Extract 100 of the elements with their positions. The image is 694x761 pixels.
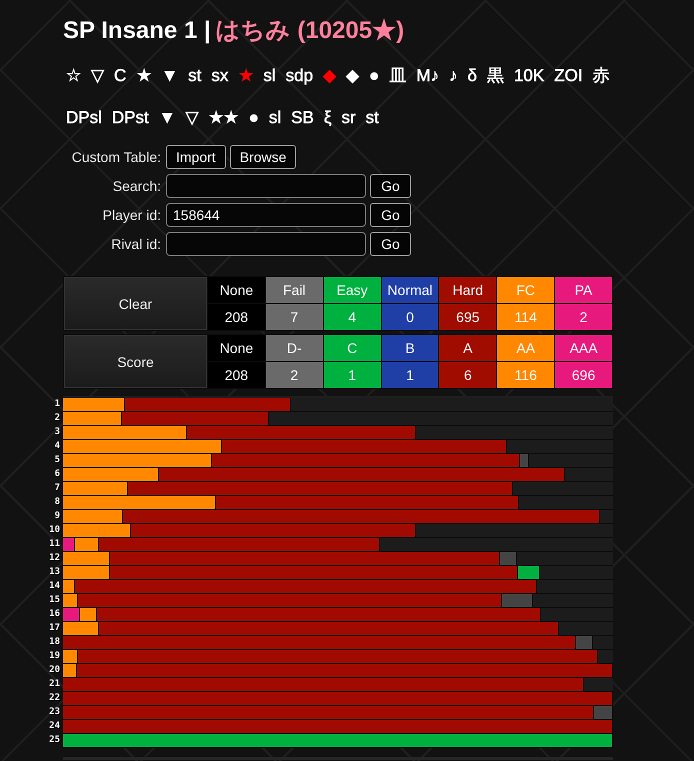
row-number: 19 bbox=[49, 650, 60, 663]
player-id-field[interactable]: 158644 bbox=[166, 202, 366, 226]
table-link[interactable]: ◆ bbox=[346, 65, 360, 87]
table-link[interactable]: SB bbox=[291, 107, 314, 129]
row-number: 1 bbox=[54, 398, 60, 411]
table-link[interactable]: ZOI bbox=[554, 65, 583, 87]
import-button[interactable]: Import bbox=[166, 144, 226, 168]
row-number: 16 bbox=[49, 608, 60, 621]
table-link[interactable]: C bbox=[114, 65, 126, 87]
summary-heading: Clear bbox=[64, 277, 207, 330]
go-button[interactable]: Go bbox=[370, 232, 411, 256]
category-count: 114 bbox=[497, 304, 554, 330]
row-number: 5 bbox=[54, 454, 60, 467]
category-count: 208 bbox=[208, 362, 265, 388]
go-button[interactable]: Go bbox=[370, 174, 411, 198]
category-header: None bbox=[208, 277, 265, 303]
row-number: 11 bbox=[49, 538, 60, 551]
category-count: 7 bbox=[266, 304, 323, 330]
summary-heading: Score bbox=[64, 335, 207, 388]
row-number: 22 bbox=[49, 692, 60, 705]
category-count: 1 bbox=[382, 362, 438, 388]
row-number: 24 bbox=[49, 720, 60, 733]
category-count: 2 bbox=[555, 304, 612, 330]
row-number: 17 bbox=[49, 622, 60, 635]
search-field[interactable] bbox=[166, 174, 366, 198]
table-link[interactable]: sdp bbox=[286, 65, 314, 87]
category-header: Normal bbox=[382, 277, 438, 303]
table-link[interactable]: ★★ bbox=[208, 107, 239, 129]
category-header: C bbox=[324, 335, 381, 361]
row-number: 14 bbox=[49, 580, 60, 593]
row-number: 2 bbox=[54, 412, 60, 425]
form-label: Custom Table: bbox=[70, 148, 161, 164]
row-number: 23 bbox=[49, 706, 60, 719]
table-link[interactable]: ♪ bbox=[449, 65, 458, 87]
browse-button[interactable]: Browse bbox=[230, 144, 296, 168]
row-number: 3 bbox=[54, 426, 60, 439]
row-number: 12 bbox=[49, 552, 60, 565]
table-link[interactable]: 皿 bbox=[389, 65, 406, 87]
category-header: Easy bbox=[324, 277, 381, 303]
category-count: 6 bbox=[439, 362, 496, 388]
category-count: 208 bbox=[208, 304, 265, 330]
row-number: 15 bbox=[49, 594, 60, 607]
rival-id-field[interactable] bbox=[166, 232, 366, 256]
table-link[interactable]: 黒 bbox=[486, 65, 504, 87]
go-button[interactable]: Go bbox=[370, 202, 411, 226]
row-number: 10 bbox=[49, 524, 60, 537]
table-link[interactable]: sr bbox=[341, 107, 356, 129]
row-number: 7 bbox=[54, 482, 60, 495]
form-label: Rival id: bbox=[110, 236, 161, 252]
row-number: 4 bbox=[54, 440, 60, 453]
row-number: 18 bbox=[49, 636, 60, 649]
table-link[interactable]: ▽ bbox=[91, 65, 104, 87]
table-link[interactable]: st bbox=[366, 107, 379, 129]
category-count: 2 bbox=[266, 362, 323, 388]
table-link[interactable]: 赤 bbox=[592, 65, 610, 87]
category-count: 695 bbox=[439, 304, 496, 330]
category-header: PA bbox=[555, 277, 612, 303]
table-link[interactable]: st bbox=[188, 65, 202, 87]
category-count: 116 bbox=[497, 362, 554, 388]
table-link[interactable]: ◆ bbox=[323, 65, 336, 87]
category-header: FC bbox=[497, 277, 554, 303]
table-link[interactable]: ▽ bbox=[186, 107, 199, 129]
table-link[interactable]: sx bbox=[211, 65, 228, 87]
table-link[interactable]: DPst bbox=[112, 107, 149, 129]
category-header: B bbox=[382, 335, 438, 361]
table-link[interactable]: ★ bbox=[238, 65, 254, 87]
form-label: Player id: bbox=[102, 206, 161, 222]
row-number: 8 bbox=[54, 496, 60, 509]
row-number: 6 bbox=[54, 468, 60, 481]
table-link[interactable]: sl bbox=[263, 65, 276, 87]
player-name: はちみ (10205★) bbox=[216, 16, 404, 46]
category-count: 1 bbox=[324, 362, 381, 388]
row-number: 20 bbox=[49, 664, 60, 677]
table-link[interactable]: δ bbox=[468, 65, 477, 87]
category-header: Fail bbox=[266, 277, 323, 303]
table-link[interactable]: ξ bbox=[324, 107, 332, 129]
category-count: 4 bbox=[324, 304, 381, 330]
table-link[interactable]: ★ bbox=[136, 65, 152, 87]
row-number: 13 bbox=[49, 566, 60, 579]
table-link[interactable]: M♪ bbox=[416, 65, 439, 87]
row-number: 25 bbox=[49, 734, 60, 747]
table-link[interactable]: DPsl bbox=[66, 107, 102, 129]
category-header: A bbox=[439, 335, 496, 361]
table-link[interactable]: ● bbox=[248, 107, 259, 129]
row-number: 9 bbox=[54, 510, 60, 523]
table-link[interactable]: sl bbox=[268, 107, 282, 129]
table-link[interactable]: ▼ bbox=[161, 65, 178, 87]
row-number: 21 bbox=[49, 678, 60, 691]
table-link[interactable]: ● bbox=[369, 65, 380, 87]
table-link[interactable]: ☆ bbox=[66, 65, 81, 87]
table-link[interactable]: 10K bbox=[514, 65, 544, 87]
form-label: Search: bbox=[112, 178, 161, 194]
category-header: Hard bbox=[439, 277, 496, 303]
table-link[interactable]: ▼ bbox=[158, 107, 176, 129]
category-count: 0 bbox=[382, 304, 438, 330]
category-header: AAA bbox=[555, 335, 612, 361]
category-count: 696 bbox=[555, 362, 612, 388]
page-title: SP Insane 1 | bbox=[63, 16, 211, 46]
category-header: D- bbox=[266, 335, 323, 361]
category-header: AA bbox=[497, 335, 554, 361]
